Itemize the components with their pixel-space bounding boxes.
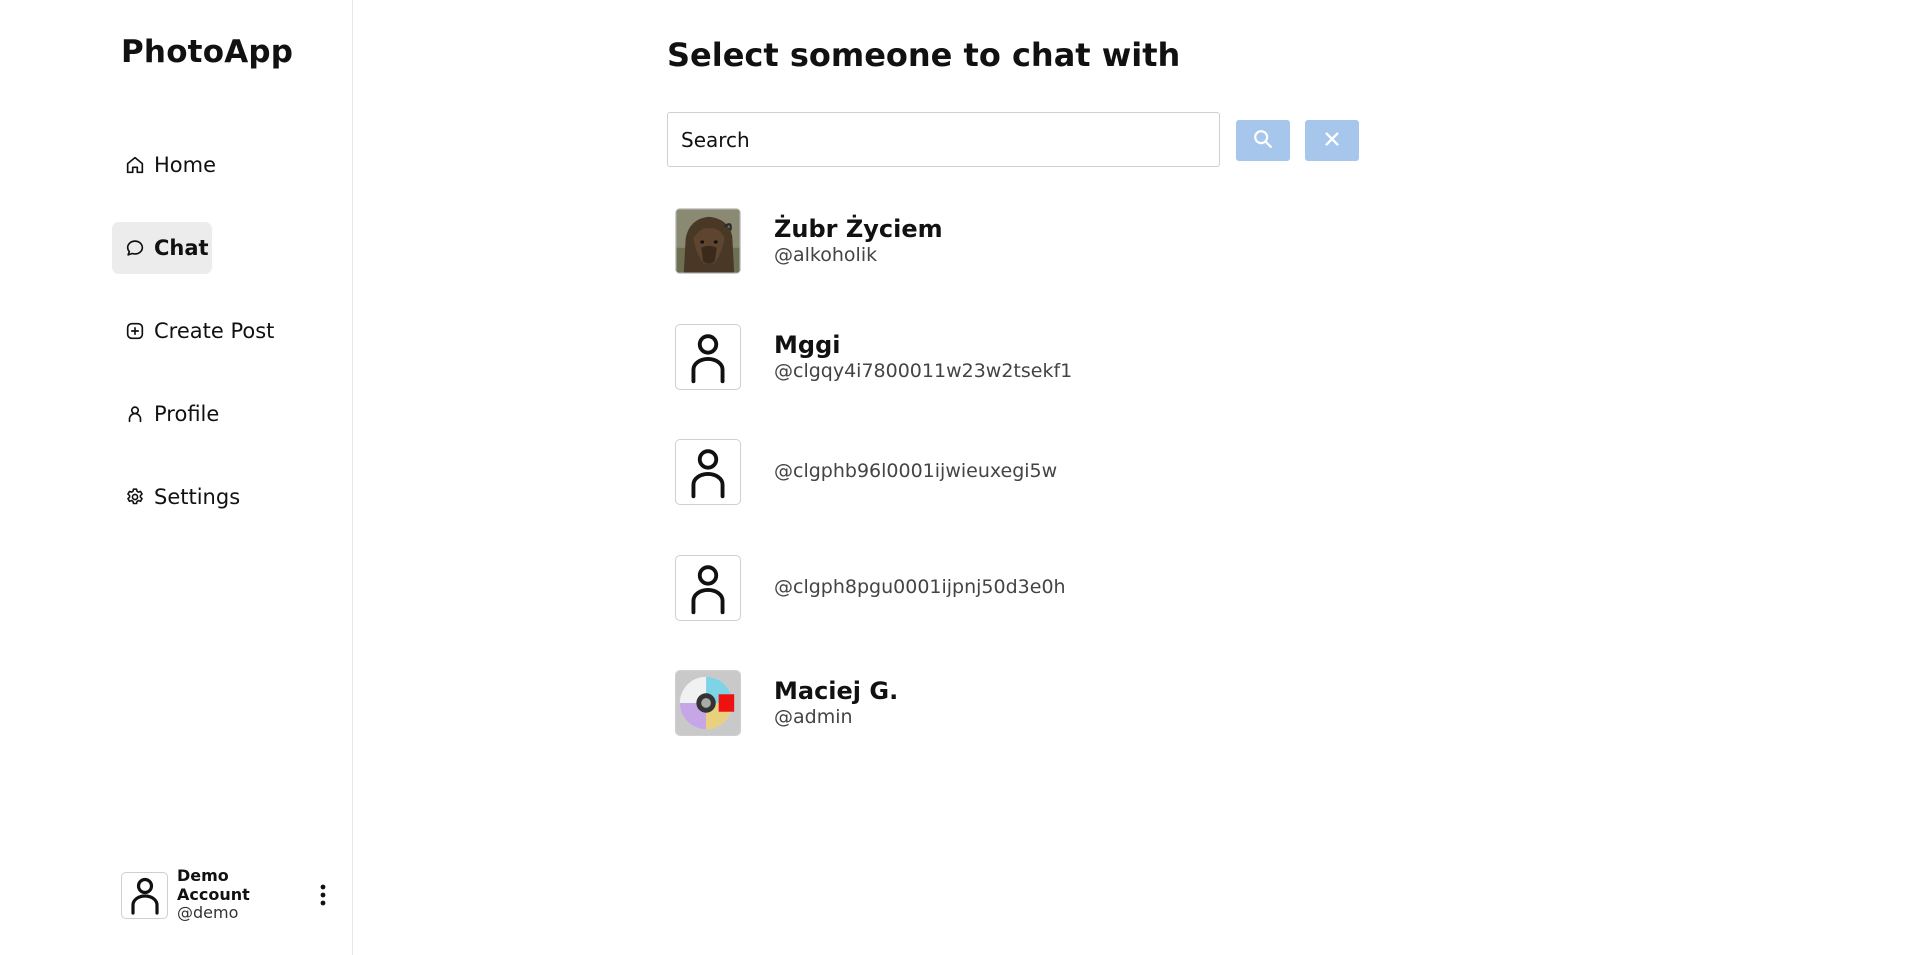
sidebar-item-profile[interactable]: Profile	[112, 388, 292, 440]
user-info: @clgphb96l0001ijwieuxegi5w	[774, 460, 1057, 484]
cd-album-art	[676, 671, 740, 735]
sidebar-item-label: Settings	[154, 485, 241, 509]
gear-icon	[124, 486, 146, 508]
user-name: Mggi	[774, 330, 841, 359]
sidebar-item-settings[interactable]: Settings	[112, 471, 292, 523]
user-info: Mggi @clgqy4i7800011w23w2tsekf1	[774, 330, 1072, 384]
sidebar-item-home[interactable]: Home	[112, 139, 292, 191]
avatar	[675, 670, 741, 736]
user-info: Maciej G. @admin	[774, 676, 898, 730]
list-item[interactable]: Żubr Życiem @alkoholik	[675, 208, 1375, 274]
user-name: Maciej G.	[774, 677, 899, 706]
clear-search-button[interactable]	[1305, 120, 1359, 161]
bison-photo	[676, 209, 740, 273]
user-name: Żubr Życiem	[774, 215, 943, 244]
chat-bubble-icon	[124, 237, 146, 259]
person-icon	[124, 403, 146, 425]
sidebar-item-label: Profile	[154, 402, 220, 426]
user-info: Żubr Życiem @alkoholik	[774, 214, 943, 268]
account-name: Demo Account	[177, 866, 250, 904]
default-person-icon	[675, 439, 741, 505]
list-item[interactable]: Mggi @clgqy4i7800011w23w2tsekf1	[675, 323, 1375, 390]
sidebar-item-label: Create Post	[154, 319, 275, 343]
home-icon	[124, 154, 146, 176]
close-icon	[1323, 130, 1341, 151]
sidebar-item-chat[interactable]: Chat	[112, 222, 212, 274]
user-handle: @clgqy4i7800011w23w2tsekf1	[774, 359, 1073, 382]
sidebar: PhotoApp Home Chat Create Post Profile S…	[0, 0, 353, 955]
app: PhotoApp Home Chat Create Post Profile S…	[0, 0, 1920, 955]
sidebar-nav: Home Chat Create Post Profile Settings	[112, 139, 292, 554]
user-list: Żubr Życiem @alkoholik Mggi @clgqy4i7800…	[675, 208, 1375, 786]
app-logo[interactable]: PhotoApp	[121, 34, 293, 70]
user-info: @clgph8pgu0001ijpnj50d3e0h	[774, 576, 1066, 600]
plus-square-icon	[124, 320, 146, 342]
default-person-icon	[675, 323, 741, 390]
sidebar-item-label: Chat	[154, 236, 209, 260]
default-person-icon	[121, 871, 168, 919]
account-info: Demo Account @demo	[177, 867, 302, 922]
account-handle: @demo	[177, 903, 239, 923]
search-button[interactable]	[1236, 120, 1290, 161]
sidebar-item-label: Home	[154, 153, 217, 177]
account-card[interactable]: Demo Account @demo	[121, 867, 331, 922]
user-handle: @alkoholik	[774, 244, 878, 267]
user-handle: @admin	[774, 706, 853, 729]
page-title: Select someone to chat with	[667, 36, 1181, 74]
vertical-ellipsis-icon[interactable]	[316, 881, 331, 909]
user-handle: @clgph8pgu0001ijpnj50d3e0h	[774, 575, 1066, 598]
list-item[interactable]: @clgph8pgu0001ijpnj50d3e0h	[675, 554, 1375, 621]
user-handle: @clgphb96l0001ijwieuxegi5w	[774, 460, 1058, 483]
list-item[interactable]: @clgphb96l0001ijwieuxegi5w	[675, 439, 1375, 505]
default-person-icon	[675, 554, 741, 621]
list-item[interactable]: Maciej G. @admin	[675, 670, 1375, 736]
sidebar-item-create-post[interactable]: Create Post	[112, 305, 292, 357]
search-input[interactable]	[667, 112, 1220, 167]
avatar	[675, 208, 741, 274]
search-icon	[1252, 128, 1274, 153]
